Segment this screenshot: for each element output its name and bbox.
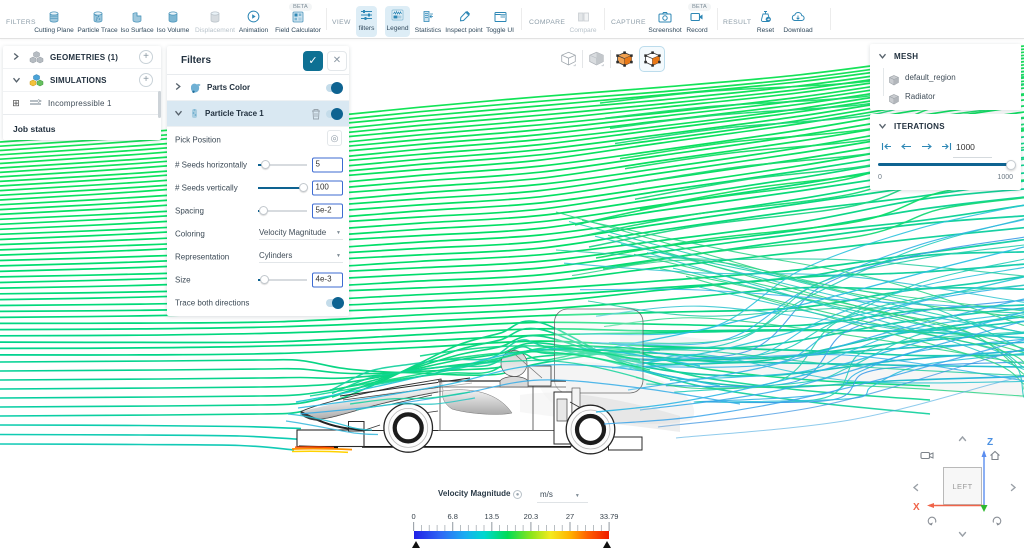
svg-text:Z: Z (987, 437, 993, 448)
svg-text:X: X (913, 502, 920, 513)
